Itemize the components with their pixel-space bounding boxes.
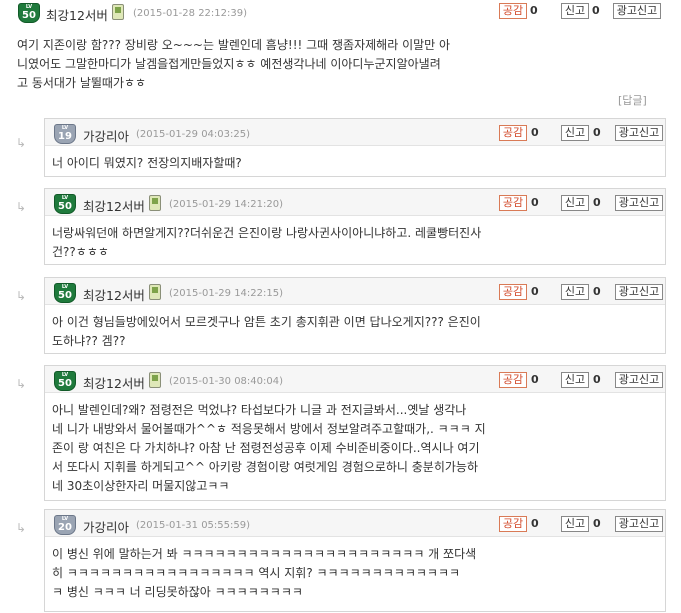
reply-item: ↳ LV 20 가강리아 (2015-01-31 05:55:59) 공감 0 … <box>0 509 681 613</box>
comment-line: 니였어도 그말한마디가 날겜을접게만들었지ㅎㅎ 예전생각나네 이아디누군지알아낼… <box>17 57 441 71</box>
comment-line: ㅋ 병신 ㅋㅋㅋ 너 리딩못하잖아 ㅋㅋㅋㅋㅋㅋㅋㅋ <box>52 585 303 599</box>
author-name[interactable]: 최강12서버 <box>46 5 108 24</box>
comment-line: 존이 랑 여친은 다 가치하냐? 아참 난 점령전성공후 이제 수비준비중이다.… <box>52 441 480 455</box>
report-button[interactable]: 신고 <box>561 195 589 211</box>
reply-header: LV 19 가강리아 (2015-01-29 04:03:25) 공감 0 신고… <box>45 119 665 146</box>
comment-line: 고 동서대가 날뛸때가ㅎㅎ <box>17 76 147 90</box>
reply-arrow-icon: ↳ <box>16 377 27 391</box>
like-count: 0 <box>531 126 539 139</box>
reply-item: ↳ LV 50 최강12서버 (2015-01-29 14:21:20) 공감 … <box>0 188 681 268</box>
ad-report-button[interactable]: 광고신고 <box>615 372 663 388</box>
reply-item: ↳ LV 50 최강12서버 (2015-01-30 08:40:04) 공감 … <box>0 365 681 505</box>
like-count: 0 <box>531 196 539 209</box>
like-count: 0 <box>531 285 539 298</box>
comment-line: 이 병신 위에 말하는거 봐 ㅋㅋㅋㅋㅋㅋㅋㅋㅋㅋㅋㅋㅋㅋㅋㅋㅋㅋㅋㅋㅋㅋ 개 … <box>52 547 477 561</box>
comment-line: 아 이건 형님들방에있어서 모르겟구나 암튼 초기 총지휘관 이면 답나오게지?… <box>52 315 481 329</box>
report-count: 0 <box>593 517 601 530</box>
comment-line: 너랑싸워던애 하면알게지??더쉬운건 은진이랑 나랑사귄사이아니냐하고. 레쿨빵… <box>52 226 482 240</box>
reply-header: LV 50 최강12서버 (2015-01-29 14:21:20) 공감 0 … <box>45 189 665 216</box>
mobile-icon <box>112 4 124 20</box>
mobile-icon <box>149 284 161 300</box>
reply-arrow-icon: ↳ <box>16 136 27 150</box>
like-button[interactable]: 공감 <box>499 516 527 532</box>
comment-date: (2015-01-31 05:55:59) <box>136 520 251 531</box>
report-button[interactable]: 신고 <box>561 284 589 300</box>
report-count: 0 <box>593 373 601 386</box>
level-badge-icon: LV 20 <box>54 515 78 535</box>
ad-report-button[interactable]: 광고신고 <box>615 516 663 532</box>
like-button[interactable]: 공감 <box>499 195 527 211</box>
reply-item: ↳ LV 19 가강리아 (2015-01-29 04:03:25) 공감 0 … <box>0 118 681 178</box>
comment-line: 서 또다시 지휘를 하게되고^^ 아키랑 경험이랑 여럿게임 경험으로하니 충분… <box>52 460 478 474</box>
level-badge-icon: LV 50 <box>54 283 78 303</box>
comment-line: 도하냐?? 겜?? <box>52 334 126 348</box>
comment-date: (2015-01-29 14:21:20) <box>169 199 284 210</box>
reply-header: LV 20 가강리아 (2015-01-31 05:55:59) 공감 0 신고… <box>45 510 665 537</box>
comment-line: 건??ㅎㅎㅎ <box>52 245 109 259</box>
ad-report-button[interactable]: 광고신고 <box>613 3 661 19</box>
like-button[interactable]: 공감 <box>499 372 527 388</box>
ad-report-button[interactable]: 광고신고 <box>615 195 663 211</box>
like-count: 0 <box>530 4 538 17</box>
reply-header: LV 50 최강12서버 (2015-01-30 08:40:04) 공감 0 … <box>45 366 665 393</box>
level-badge-icon: LV 50 <box>54 371 78 391</box>
report-button[interactable]: 신고 <box>561 516 589 532</box>
level-badge-icon: LV 50 <box>18 3 42 23</box>
report-count: 0 <box>592 4 600 17</box>
reply-box: LV 20 가강리아 (2015-01-31 05:55:59) 공감 0 신고… <box>44 509 666 612</box>
level-badge-icon: LV 19 <box>54 124 78 144</box>
comment-line: 여기 지존이랑 함??? 장비랑 오~~~는 발렌인데 흠냥!!! 그때 쟁좀자… <box>17 38 451 52</box>
comment-date: (2015-01-29 14:22:15) <box>169 288 284 299</box>
report-count: 0 <box>593 196 601 209</box>
report-button[interactable]: 신고 <box>561 125 589 141</box>
report-button[interactable]: 신고 <box>561 372 589 388</box>
comment-line: 네 30초이상한자리 머물지않고ㅋㅋ <box>52 479 230 493</box>
like-count: 0 <box>531 517 539 530</box>
author-name[interactable]: 가강리아 <box>83 126 129 145</box>
mobile-icon <box>149 372 161 388</box>
reply-box: LV 50 최강12서버 (2015-01-29 14:22:15) 공감 0 … <box>44 277 666 354</box>
reply-arrow-icon: ↳ <box>16 289 27 303</box>
comment-line: 아니 발렌인데?왜? 점령전은 먹었냐? 타섭보다가 니글 과 전지글봐서...… <box>52 403 467 417</box>
mobile-icon <box>149 195 161 211</box>
reply-box: LV 50 최강12서버 (2015-01-29 14:21:20) 공감 0 … <box>44 188 666 265</box>
reply-arrow-icon: ↳ <box>16 200 27 214</box>
author-name[interactable]: 최강12서버 <box>83 196 145 215</box>
like-button[interactable]: 공감 <box>499 284 527 300</box>
comment-date: (2015-01-29 04:03:25) <box>136 129 251 140</box>
author-name[interactable]: 최강12서버 <box>83 373 145 392</box>
reply-arrow-icon: ↳ <box>16 521 27 535</box>
author-name[interactable]: 최강12서버 <box>83 285 145 304</box>
reply-header: LV 50 최강12서버 (2015-01-29 14:22:15) 공감 0 … <box>45 278 665 305</box>
ad-report-button[interactable]: 광고신고 <box>615 125 663 141</box>
report-count: 0 <box>593 126 601 139</box>
ad-report-button[interactable]: 광고신고 <box>615 284 663 300</box>
comment-line: 너 아이디 뭐였지? 전장의지배자할때? <box>52 156 242 170</box>
comment-line: 히 ㅋㅋㅋㅋㅋㅋㅋㅋㅋㅋㅋㅋㅋㅋㅋㅋㅋ 역시 지휘? ㅋㅋㅋㅋㅋㅋㅋㅋㅋㅋㅋㅋㅋ <box>52 566 461 580</box>
like-count: 0 <box>531 373 539 386</box>
reply-link[interactable]: [답글] <box>618 92 647 108</box>
like-button[interactable]: 공감 <box>499 125 527 141</box>
level-badge-icon: LV 50 <box>54 194 78 214</box>
author-name[interactable]: 가강리아 <box>83 517 129 536</box>
comment-date: (2015-01-30 08:40:04) <box>169 376 284 387</box>
reply-box: LV 50 최강12서버 (2015-01-30 08:40:04) 공감 0 … <box>44 365 666 501</box>
reply-item: ↳ LV 50 최강12서버 (2015-01-29 14:22:15) 공감 … <box>0 277 681 357</box>
comment-line: 네 니가 내방와서 물어볼때가^^ㅎ 적응못해서 방에서 정보알려주고할때가,.… <box>52 422 486 436</box>
report-button[interactable]: 신고 <box>561 3 589 19</box>
comment-date: (2015-01-28 22:12:39) <box>133 8 248 19</box>
like-button[interactable]: 공감 <box>499 3 527 19</box>
report-count: 0 <box>593 285 601 298</box>
reply-box: LV 19 가강리아 (2015-01-29 04:03:25) 공감 0 신고… <box>44 118 666 177</box>
